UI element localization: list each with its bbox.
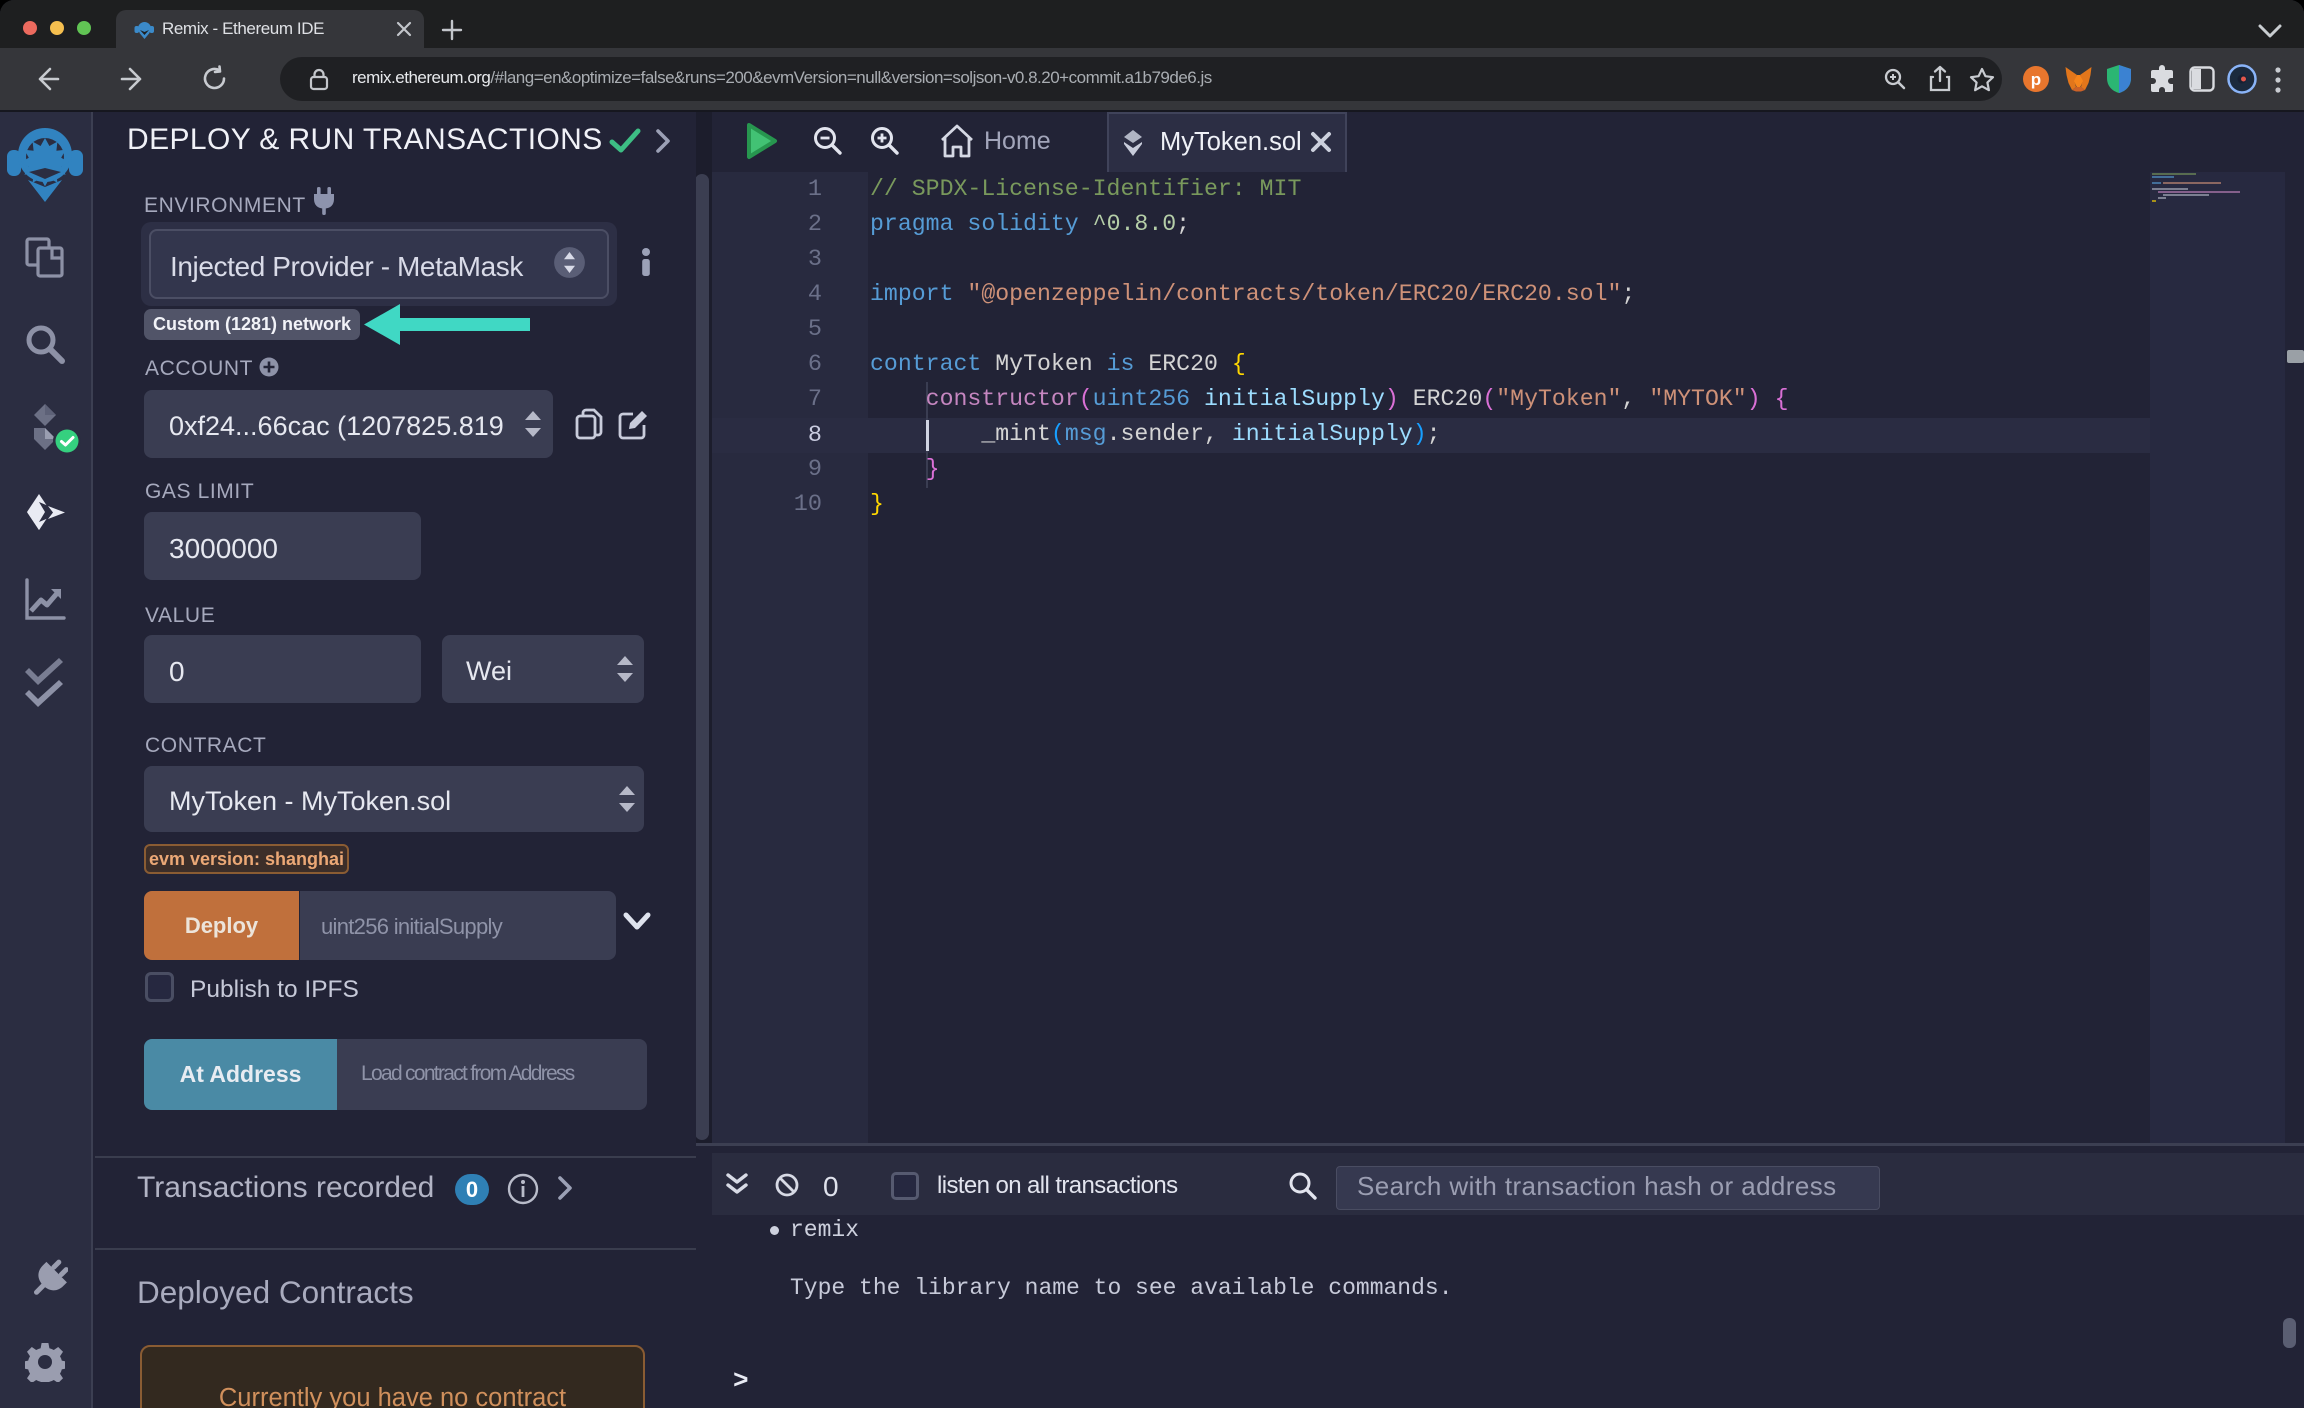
svg-text:p: p (2031, 70, 2041, 89)
